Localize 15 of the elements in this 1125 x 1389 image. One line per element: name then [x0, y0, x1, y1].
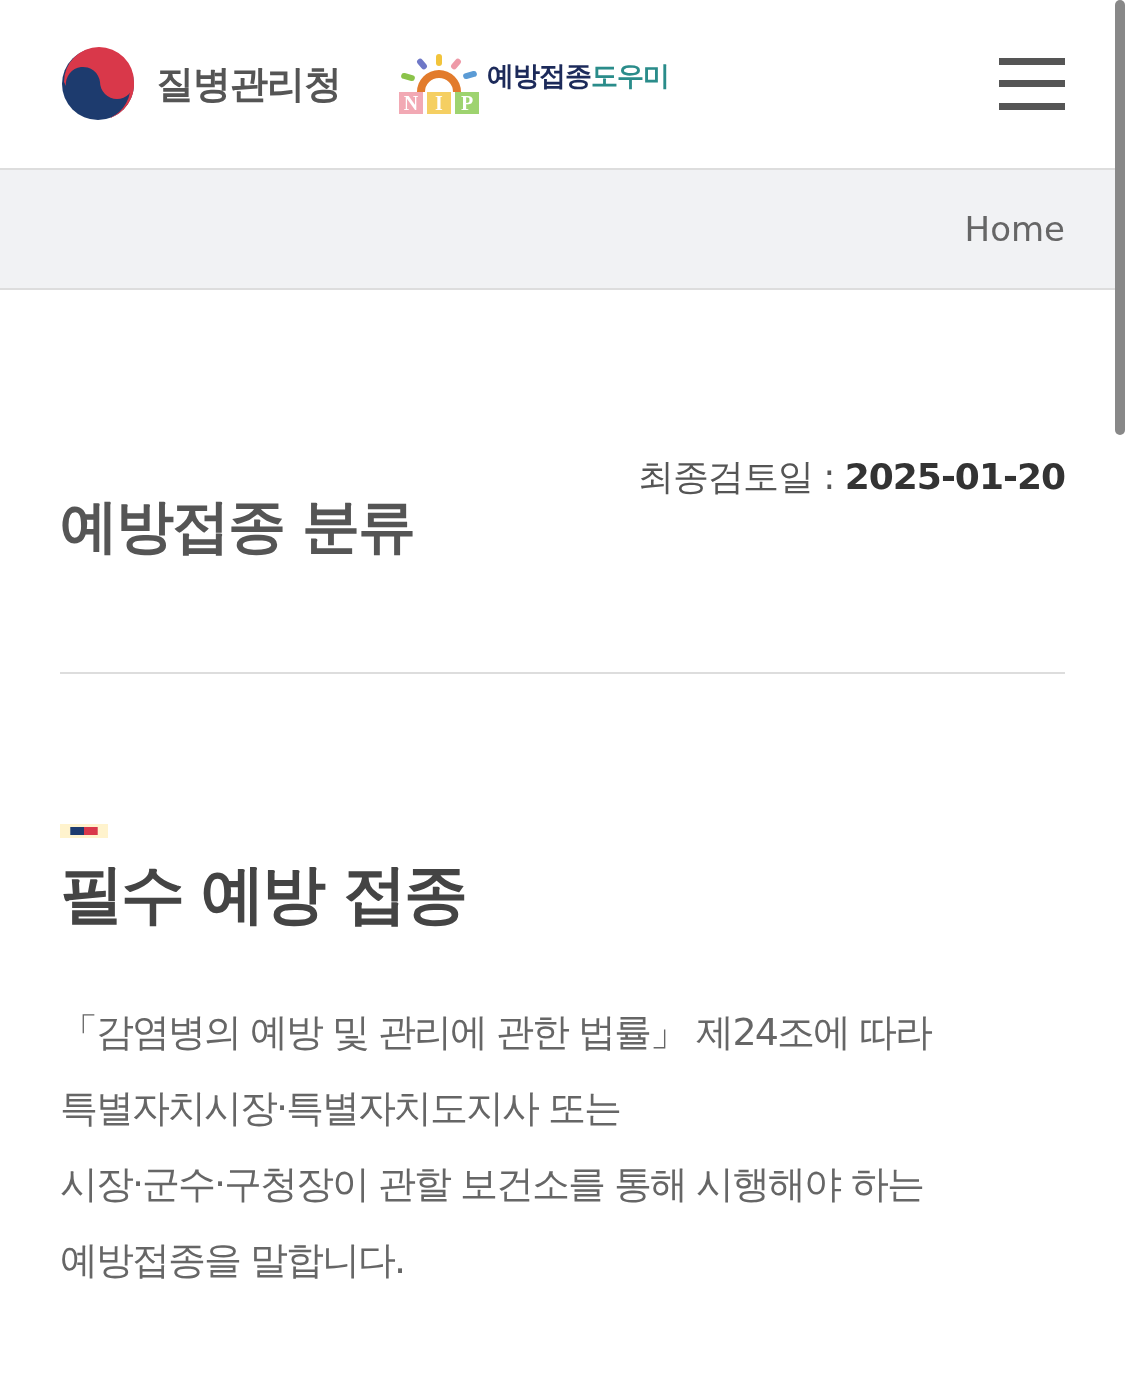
section-marker-icon [60, 823, 108, 838]
page-title: 예방접종 분류 [60, 492, 415, 562]
sun-icon [399, 54, 479, 92]
section-heading: 필수 예방 접종 [60, 855, 466, 933]
scrollbar[interactable] [1115, 0, 1125, 435]
nip-letter: I [427, 92, 451, 114]
menu-button[interactable] [999, 56, 1065, 112]
breadcrumb-link[interactable]: Home [964, 203, 1065, 255]
service-name: 도우미 [591, 58, 669, 93]
description-text: 「감염병의 예방 및 관리에 관한 법률」 제24조에 따라 특별자치시장·특별자치도지사 또는 시장·군수·구청장이 관할 보건소를 통해 시행해야 하는 예방접종을 말합니다. [60, 1009, 933, 1285]
nip-letter: N [399, 92, 423, 114]
agency-name: 질병관리청 [156, 60, 341, 108]
service-name: 예방접종 [487, 58, 591, 93]
nip-letter: P [455, 92, 479, 114]
review-date: 최종검토일 : 2025-01-20 [637, 455, 1065, 499]
